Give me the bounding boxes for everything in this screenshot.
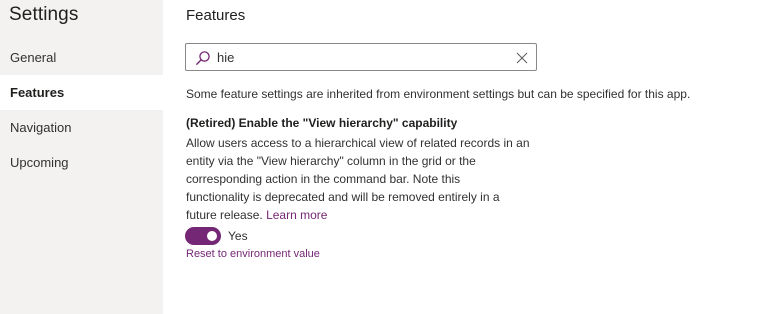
- feature-description: Allow users access to a hierarchical vie…: [186, 134, 546, 224]
- description-line: Allow users access to a hierarchical vie…: [186, 136, 530, 150]
- sidebar-item-label: Upcoming: [10, 155, 69, 170]
- info-text: Some feature settings are inherited from…: [186, 87, 691, 101]
- sidebar-item-label: General: [10, 50, 57, 65]
- reset-to-environment-link[interactable]: Reset to environment value: [186, 248, 320, 260]
- sidebar-item-label: Navigation: [10, 120, 72, 135]
- feature-heading: (Retired) Enable the "View hierarchy" ca…: [186, 116, 458, 130]
- feature-toggle[interactable]: [185, 227, 221, 245]
- search-box[interactable]: [185, 43, 537, 71]
- sidebar-item-general[interactable]: General: [0, 40, 163, 75]
- sidebar-item-upcoming[interactable]: Upcoming: [0, 145, 163, 180]
- sidebar-item-label: Features: [10, 85, 65, 100]
- settings-page: Settings General Features Navigation Upc…: [0, 0, 768, 314]
- page-title: Features: [186, 7, 246, 24]
- search-icon: [195, 50, 211, 66]
- sidebar-title: Settings: [9, 4, 79, 25]
- description-line: corresponding action in the command bar.…: [186, 172, 461, 186]
- sidebar-item-features[interactable]: Features: [0, 75, 163, 110]
- sidebar: Settings General Features Navigation Upc…: [0, 0, 163, 314]
- description-last-line: future release. Learn more: [186, 206, 546, 224]
- description-line: entity via the "View hierarchy" column i…: [186, 154, 476, 168]
- sidebar-item-navigation[interactable]: Navigation: [0, 110, 163, 145]
- toggle-knob: [207, 231, 217, 241]
- toggle-label: Yes: [228, 229, 248, 243]
- close-icon[interactable]: [516, 51, 528, 64]
- search-input[interactable]: [217, 47, 507, 67]
- description-line: functionality is deprecated and will be …: [186, 190, 500, 204]
- learn-more-link[interactable]: Learn more: [266, 208, 327, 222]
- description-line: future release.: [186, 208, 263, 222]
